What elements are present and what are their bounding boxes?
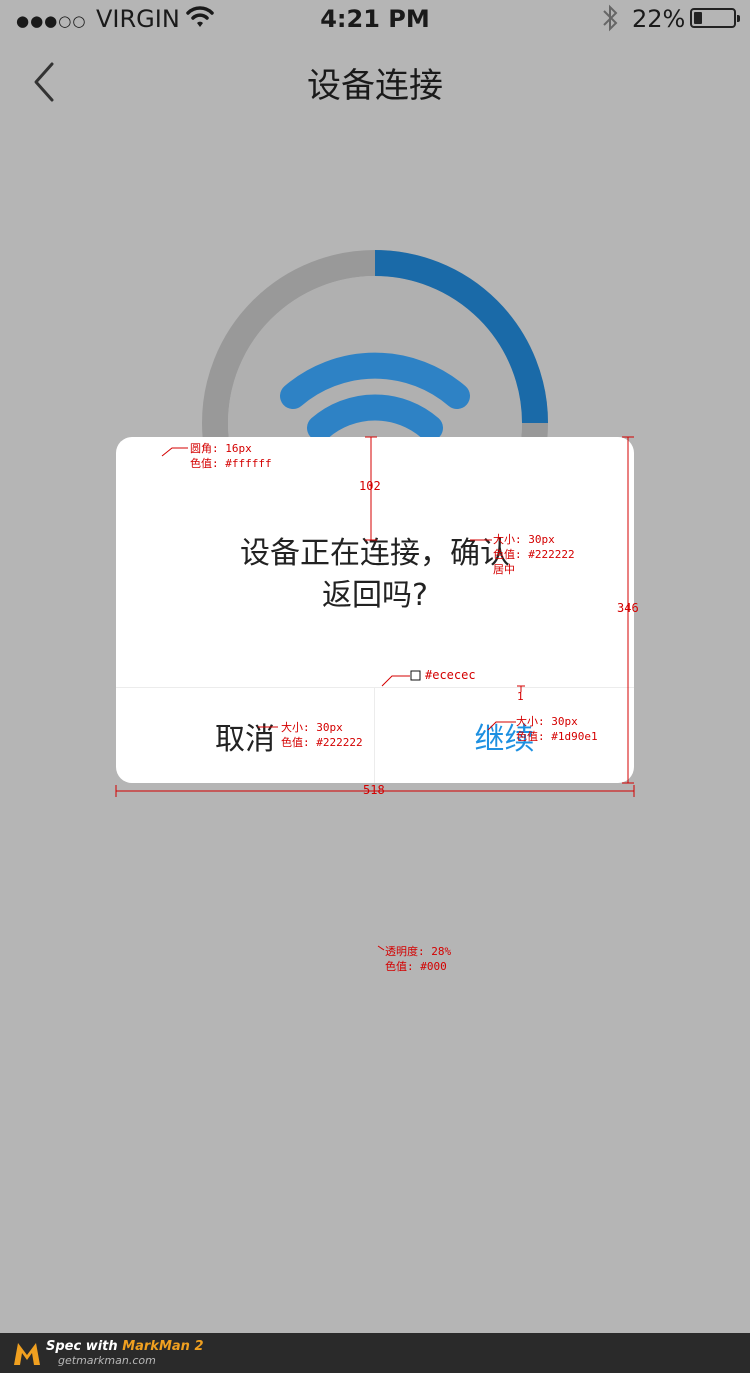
markman-footer: Spec with MarkMan 2 getmarkman.com: [0, 1333, 750, 1373]
page-title: 设备连接: [307, 66, 443, 106]
dialog-message-line2: 返回吗?: [322, 578, 428, 613]
annotation-overlay-spec: 透明度: 28% 色值: #000: [385, 945, 452, 973]
bluetooth-icon: [603, 4, 618, 32]
status-bar: ●●●○○ VIRGIN 4:21 PM 22%: [0, 0, 750, 40]
annotation-divider-width: 1: [517, 690, 524, 703]
battery-fill: [694, 12, 703, 24]
annotation-height: 346: [617, 601, 639, 615]
battery-icon: [690, 8, 740, 28]
markman-logo-icon: [14, 1343, 40, 1365]
battery-percent: 22%: [632, 5, 686, 33]
annotation-cancel-spec: 大小: 30px 色值: #222222: [281, 721, 363, 749]
annotation-message-spec: 大小: 30px 色值: #222222 居中: [493, 533, 575, 576]
annotation-top-spacing: 102: [359, 479, 381, 493]
navigation-bar: 设备连接: [0, 40, 750, 128]
annotation-divider-color: #ececec: [425, 668, 476, 682]
annotation-continue-spec: 大小: 30px 色值: #1d90e1: [516, 715, 598, 743]
footer-url: getmarkman.com: [58, 1354, 156, 1367]
footer-spec-text: Spec with MarkMan 2: [46, 1339, 204, 1354]
annotation-radius: 圆角: 16px 色值: #ffffff: [190, 442, 272, 470]
annotation-width: 518: [363, 783, 385, 797]
